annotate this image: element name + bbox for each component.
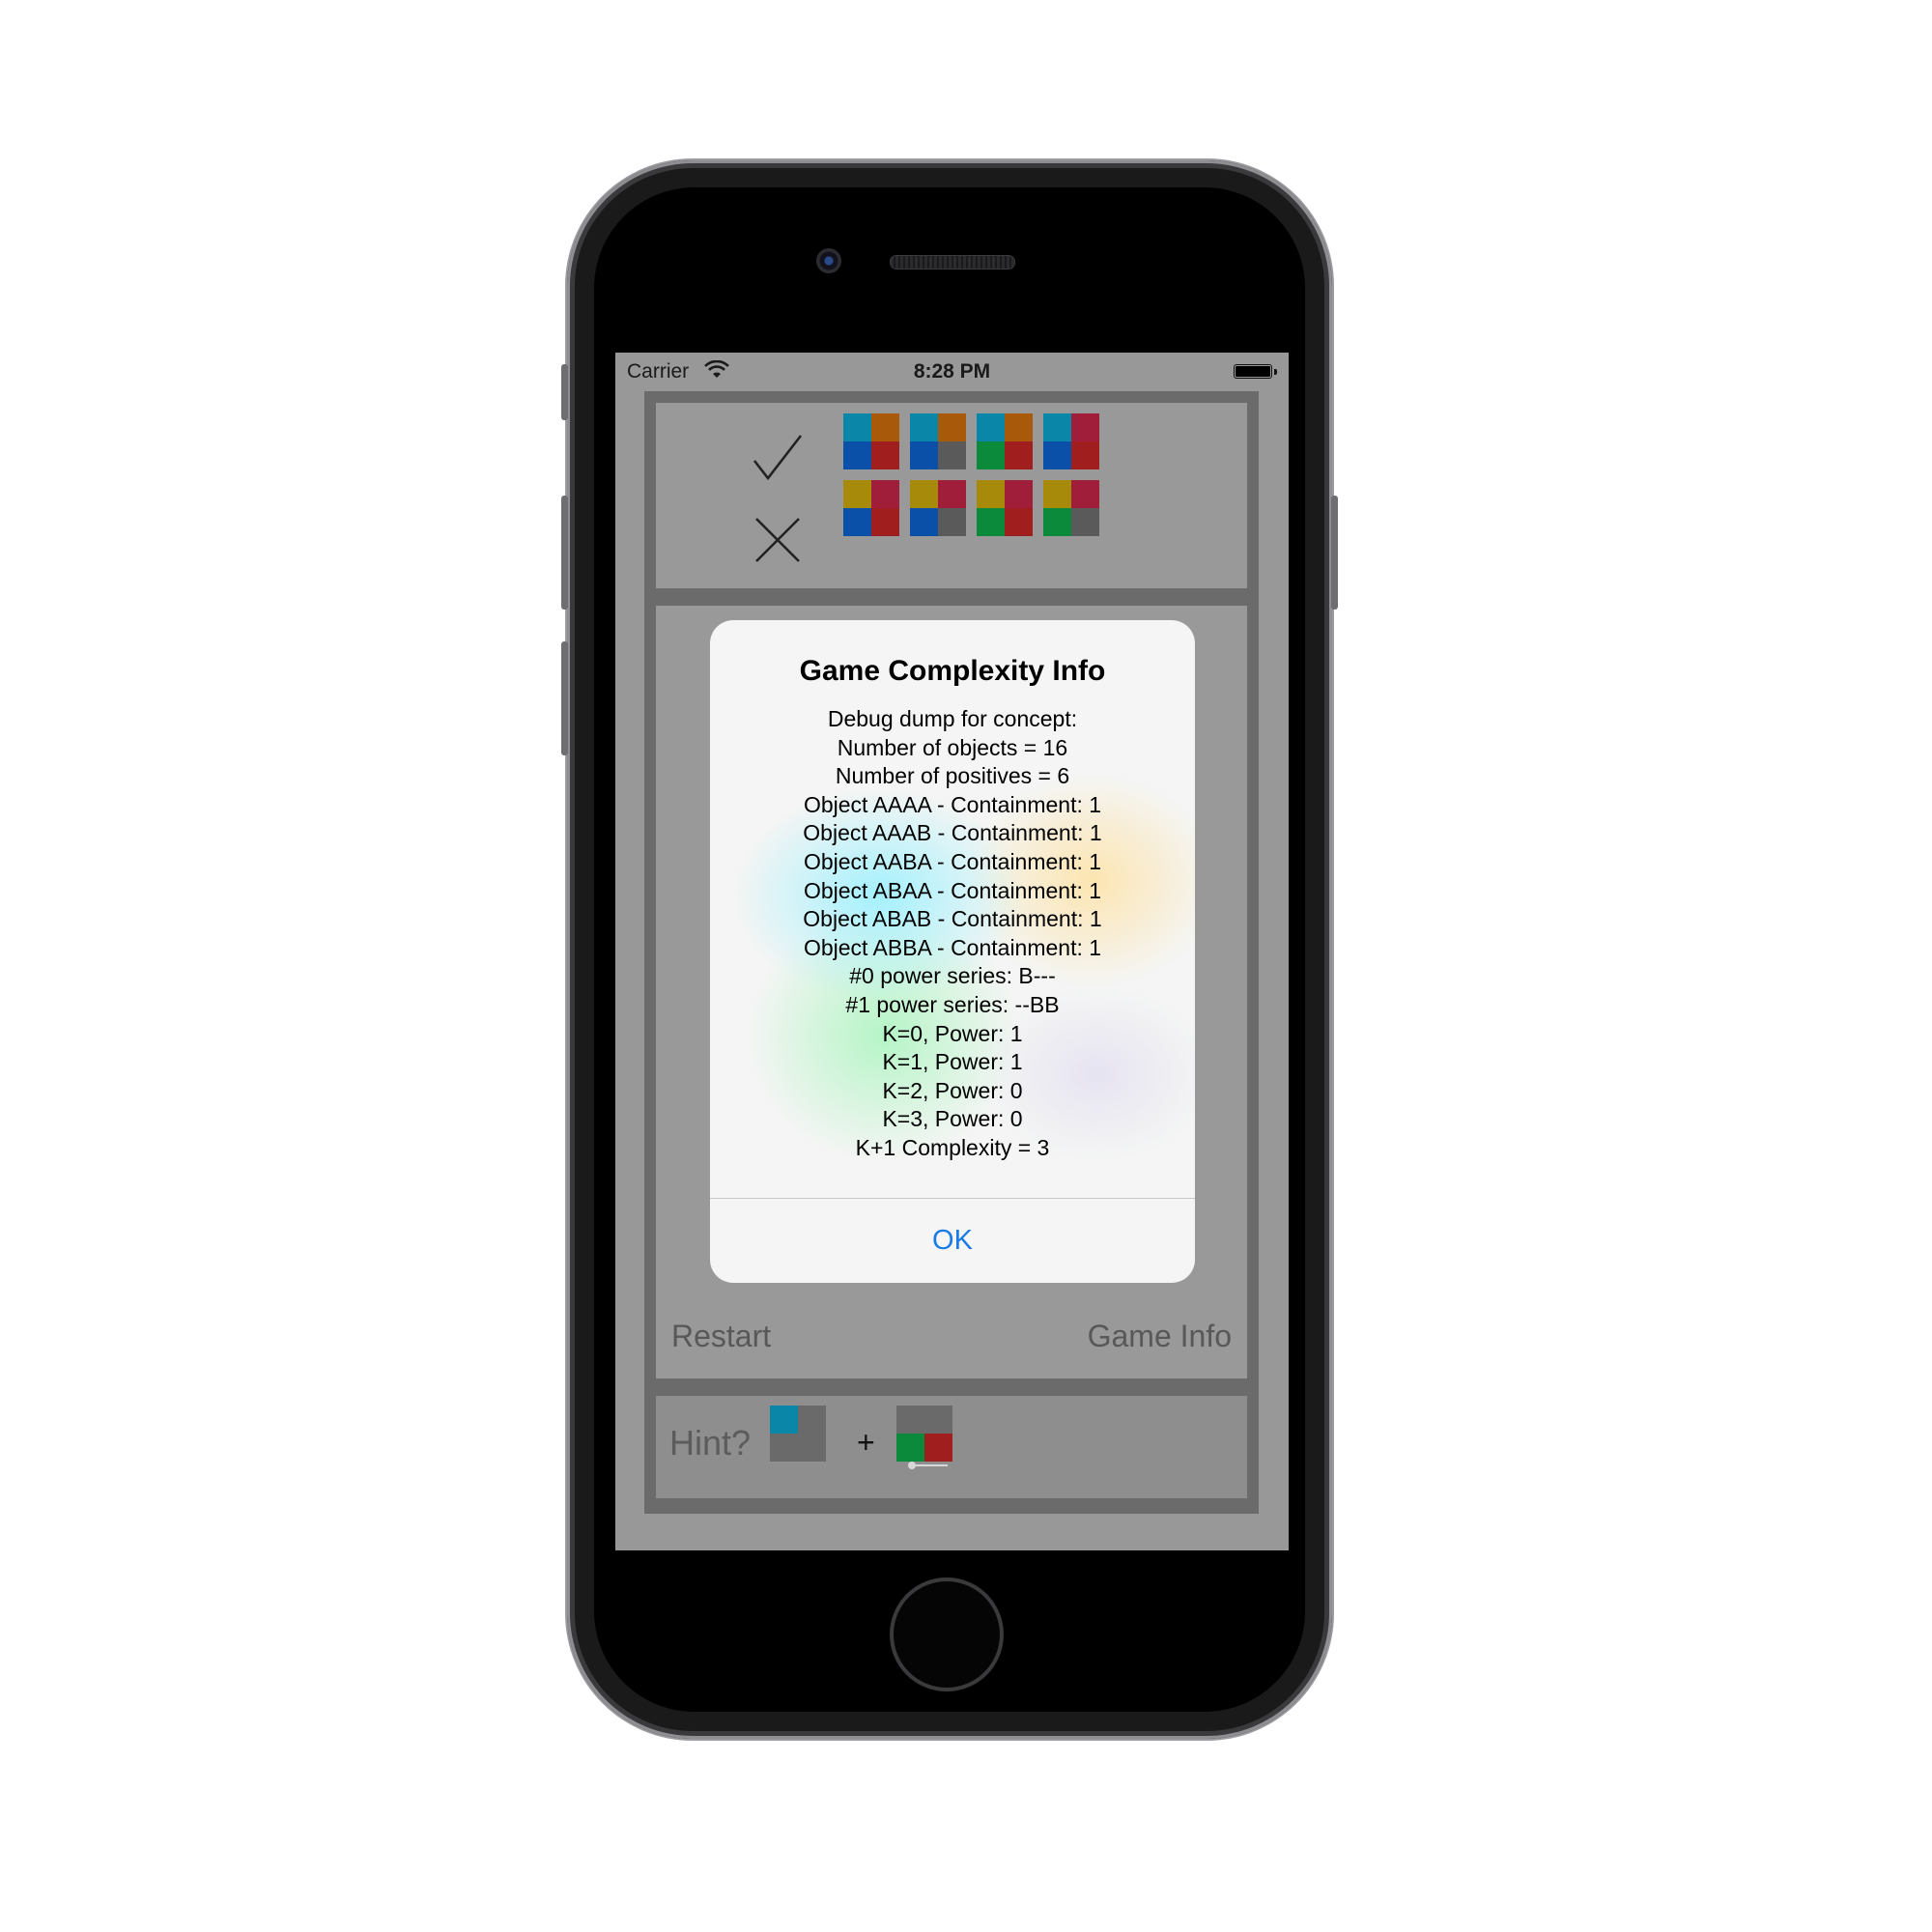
- alert-line: Number of positives = 6: [835, 763, 1070, 789]
- tile-cell: [871, 441, 899, 469]
- tile-cell: [1043, 508, 1071, 536]
- tile-cell: [938, 413, 966, 441]
- earpiece-speaker: [890, 255, 1015, 270]
- hint-tile-b: [896, 1406, 952, 1462]
- tile-cell: [1071, 480, 1099, 508]
- alert-line: Object AAAB - Containment: 1: [803, 820, 1102, 846]
- tile-cell: [1005, 441, 1033, 469]
- alert-line: Object AABA - Containment: 1: [803, 848, 1102, 874]
- alert-line: Number of objects = 16: [837, 734, 1068, 760]
- tile-cell: [910, 413, 938, 441]
- tile-cell: [843, 441, 871, 469]
- tile-cell: [977, 480, 1005, 508]
- volume-up-button: [561, 496, 568, 610]
- link-icon: [908, 1462, 948, 1469]
- game-complexity-alert: Game Complexity Info Debug dump for conc…: [710, 620, 1195, 1283]
- object-tile[interactable]: [910, 413, 966, 469]
- tile-cell: [1071, 441, 1099, 469]
- object-tile[interactable]: [977, 413, 1033, 469]
- front-camera: [816, 248, 841, 273]
- tile-cell: [938, 480, 966, 508]
- home-button[interactable]: [890, 1577, 1004, 1691]
- restart-button[interactable]: Restart: [671, 1319, 771, 1354]
- tile-cell: [1043, 441, 1071, 469]
- hint-panel: Hint? +: [656, 1396, 1247, 1498]
- alert-line: K=3, Power: 0: [882, 1106, 1023, 1132]
- tile-cell: [871, 480, 899, 508]
- tile-cell: [843, 480, 871, 508]
- tile-cell: [871, 508, 899, 536]
- alert-line: K=0, Power: 1: [882, 1020, 1023, 1046]
- tile-cell: [770, 1406, 798, 1434]
- tile-cell: [910, 441, 938, 469]
- tile-cell: [1071, 508, 1099, 536]
- game-info-button[interactable]: Game Info: [1088, 1319, 1232, 1354]
- tile-cell: [977, 413, 1005, 441]
- tile-cell: [871, 413, 899, 441]
- tile-cell: [938, 441, 966, 469]
- power-button: [1331, 496, 1338, 610]
- battery-tip: [1274, 369, 1277, 375]
- tile-cell: [843, 413, 871, 441]
- tile-cell: [977, 441, 1005, 469]
- alert-line: #1 power series: --BB: [845, 991, 1060, 1017]
- tile-cell: [1005, 480, 1033, 508]
- x-icon: [755, 518, 800, 562]
- alert-line: Object ABAA - Containment: 1: [803, 877, 1102, 903]
- alert-line: Object ABAB - Containment: 1: [803, 906, 1102, 932]
- alert-line: Object AAAA - Containment: 1: [803, 791, 1102, 817]
- status-bar: Carrier 8:28 PM: [615, 353, 1289, 389]
- alert-line: K=1, Power: 1: [882, 1049, 1023, 1075]
- tile-cell: [910, 508, 938, 536]
- tile-cell: [938, 508, 966, 536]
- tile-cell: [896, 1434, 924, 1462]
- tile-cell: [1071, 413, 1099, 441]
- alert-title: Game Complexity Info: [799, 655, 1106, 687]
- hint-button[interactable]: Hint?: [669, 1423, 751, 1463]
- tile-cell: [977, 508, 1005, 536]
- mute-switch: [561, 364, 568, 420]
- alert-line: K+1 Complexity = 3: [855, 1134, 1050, 1160]
- clock: 8:28 PM: [913, 360, 991, 383]
- tile-cell: [843, 508, 871, 536]
- object-tile[interactable]: [977, 480, 1033, 536]
- battery-icon: [1234, 364, 1272, 379]
- tile-cell: [910, 480, 938, 508]
- tile-cell: [924, 1434, 952, 1462]
- object-tile[interactable]: [843, 480, 899, 536]
- plus-sign: +: [857, 1425, 875, 1460]
- object-tile[interactable]: [1043, 480, 1099, 536]
- tile-cell: [1043, 480, 1071, 508]
- examples-panel: [656, 403, 1247, 588]
- tile-cell: [1005, 413, 1033, 441]
- tile-cell: [770, 1434, 798, 1462]
- tile-cell: [798, 1434, 826, 1462]
- tile-cell: [896, 1406, 924, 1434]
- check-icon: [753, 435, 803, 481]
- object-tile[interactable]: [843, 413, 899, 469]
- alert-line: #0 power series: B---: [849, 963, 1056, 989]
- alert-message: Debug dump for concept: Number of object…: [710, 705, 1195, 1163]
- object-tile[interactable]: [1043, 413, 1099, 469]
- alert-line: Debug dump for concept:: [827, 706, 1078, 731]
- tile-cell: [924, 1406, 952, 1434]
- alert-line: Object ABBA - Containment: 1: [803, 934, 1102, 960]
- ok-button[interactable]: OK: [710, 1199, 1195, 1283]
- tile-cell: [798, 1406, 826, 1434]
- alert-line: K=2, Power: 0: [882, 1077, 1023, 1103]
- tile-cell: [1043, 413, 1071, 441]
- hint-tile-a: [770, 1406, 826, 1462]
- object-tile[interactable]: [910, 480, 966, 536]
- tile-cell: [1005, 508, 1033, 536]
- volume-down-button: [561, 641, 568, 755]
